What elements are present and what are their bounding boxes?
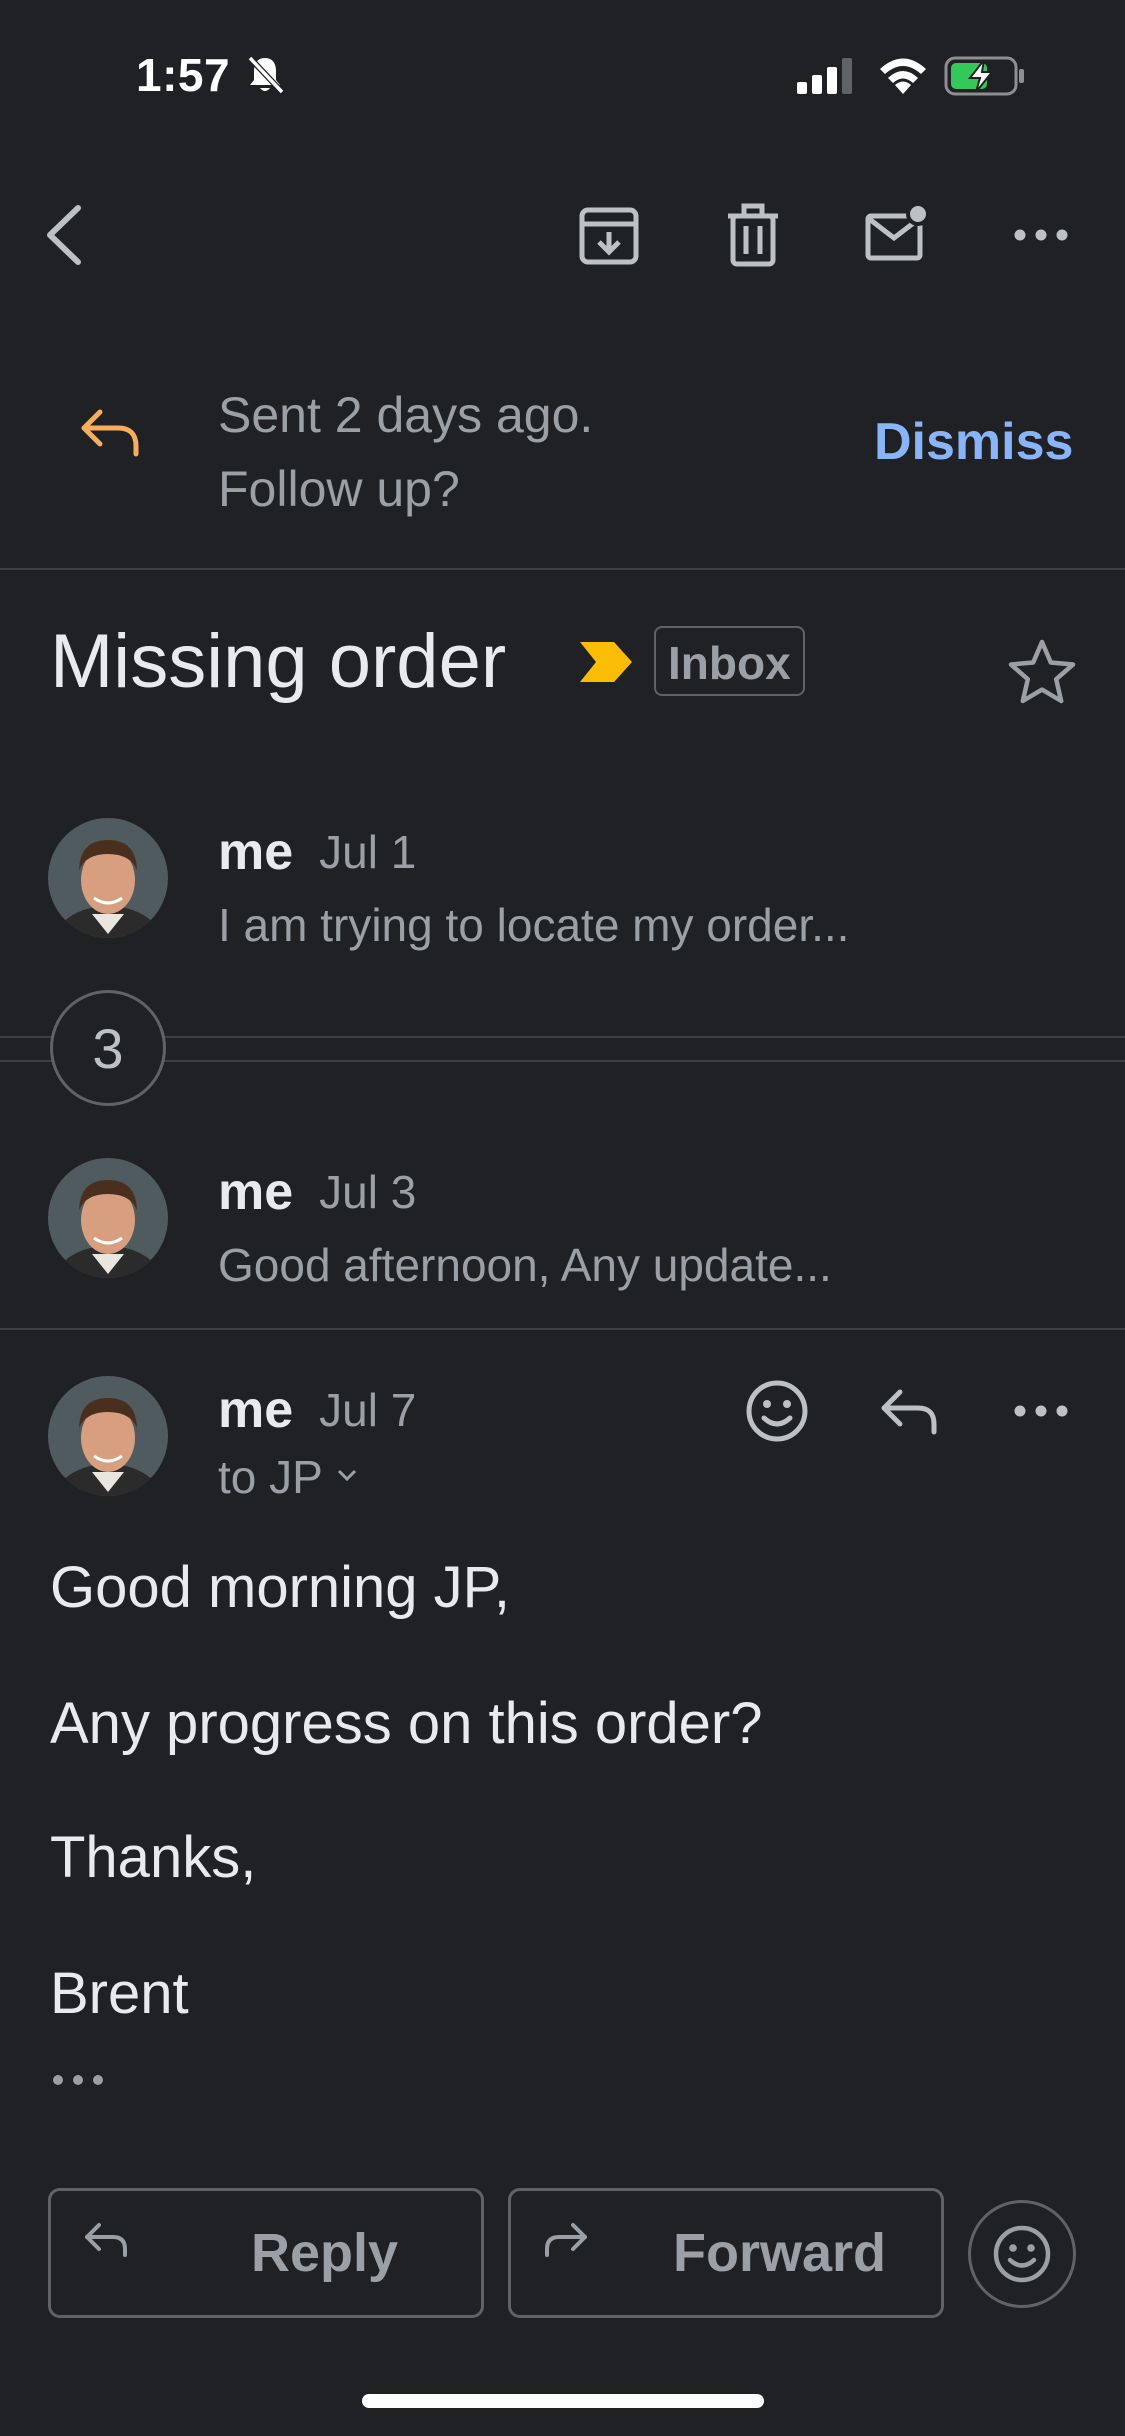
message-snippet[interactable]: Good afternoon, Any update... xyxy=(218,1238,832,1292)
show-trimmed-content-button[interactable] xyxy=(50,2058,106,2102)
followup-line-1: Sent 2 days ago. xyxy=(218,387,594,443)
message-date: Jul 1 xyxy=(319,826,417,878)
trash-icon xyxy=(728,203,778,267)
message-header: me Jul 7 xyxy=(218,1380,416,1440)
dismiss-button[interactable]: Dismiss xyxy=(874,412,1073,472)
star-icon[interactable] xyxy=(1006,636,1078,708)
message-header: me Jul 1 xyxy=(218,822,416,882)
silent-mode-icon xyxy=(244,54,286,96)
message-date: Jul 7 xyxy=(319,1384,417,1436)
reply-button[interactable] xyxy=(874,1376,944,1446)
message-date: Jul 3 xyxy=(319,1166,417,1218)
importance-marker-icon[interactable] xyxy=(578,640,634,684)
thread-subject: Missing order xyxy=(50,619,507,704)
reply-icon xyxy=(881,1389,937,1435)
message-body-line: Good morning JP, xyxy=(50,1555,510,1620)
avatar[interactable] xyxy=(48,1158,168,1278)
avatar[interactable] xyxy=(48,1376,168,1496)
reply-action-button[interactable]: Reply xyxy=(48,2188,484,2318)
message-body-line: Brent xyxy=(50,1961,189,2026)
chevron-down-icon xyxy=(337,1469,356,1482)
archive-icon xyxy=(579,207,639,265)
forward-label: Forward xyxy=(673,2223,887,2283)
followup-message: Sent 2 days ago. Follow up? xyxy=(218,378,593,526)
collapsed-divider-top xyxy=(0,1036,1125,1038)
message-body-line: Any progress on this order? xyxy=(50,1691,763,1756)
avatar[interactable] xyxy=(48,818,168,938)
more-icon xyxy=(1014,1405,1068,1417)
collapsed-divider-bottom xyxy=(0,1060,1125,1062)
emoji-icon xyxy=(993,2225,1051,2283)
cellular-signal-icon xyxy=(797,58,855,94)
recipient-label: to JP xyxy=(218,1451,323,1503)
forward-action-button[interactable]: Forward xyxy=(508,2188,944,2318)
home-indicator[interactable] xyxy=(362,2394,764,2408)
message-body-line: Thanks, xyxy=(50,1825,257,1890)
message-divider xyxy=(0,1328,1125,1330)
more-icon xyxy=(1014,229,1068,241)
mark-unread-icon xyxy=(865,202,930,261)
message-sender: me xyxy=(218,1163,294,1221)
recipient-toggle[interactable]: to JP xyxy=(218,1450,359,1504)
ellipsis-icon xyxy=(53,2075,103,2085)
emoji-icon xyxy=(746,1380,808,1442)
reply-label: Reply xyxy=(251,2223,399,2283)
emoji-reaction-button[interactable] xyxy=(968,2200,1076,2308)
mark-unread-button[interactable] xyxy=(862,200,932,270)
followup-line-2: Follow up? xyxy=(218,461,460,517)
reply-icon xyxy=(85,2223,127,2257)
collapsed-messages-count[interactable]: 3 xyxy=(50,990,166,1106)
message-sender: me xyxy=(218,1381,294,1439)
battery-charging-icon xyxy=(944,56,1026,96)
delete-button[interactable] xyxy=(718,200,788,270)
back-button[interactable] xyxy=(40,200,90,270)
inbox-label-chip[interactable]: Inbox xyxy=(654,626,805,696)
archive-button[interactable] xyxy=(574,200,644,270)
forward-icon xyxy=(545,2223,587,2257)
wifi-icon xyxy=(876,54,930,96)
more-options-button[interactable] xyxy=(1006,200,1076,270)
message-sender: me xyxy=(218,823,294,881)
add-reaction-button[interactable] xyxy=(742,1376,812,1446)
message-snippet[interactable]: I am trying to locate my order... xyxy=(218,898,849,952)
message-more-button[interactable] xyxy=(1006,1376,1076,1446)
status-time: 1:57 xyxy=(136,49,231,101)
message-header: me Jul 3 xyxy=(218,1162,416,1222)
reply-arrow-icon xyxy=(76,404,146,464)
